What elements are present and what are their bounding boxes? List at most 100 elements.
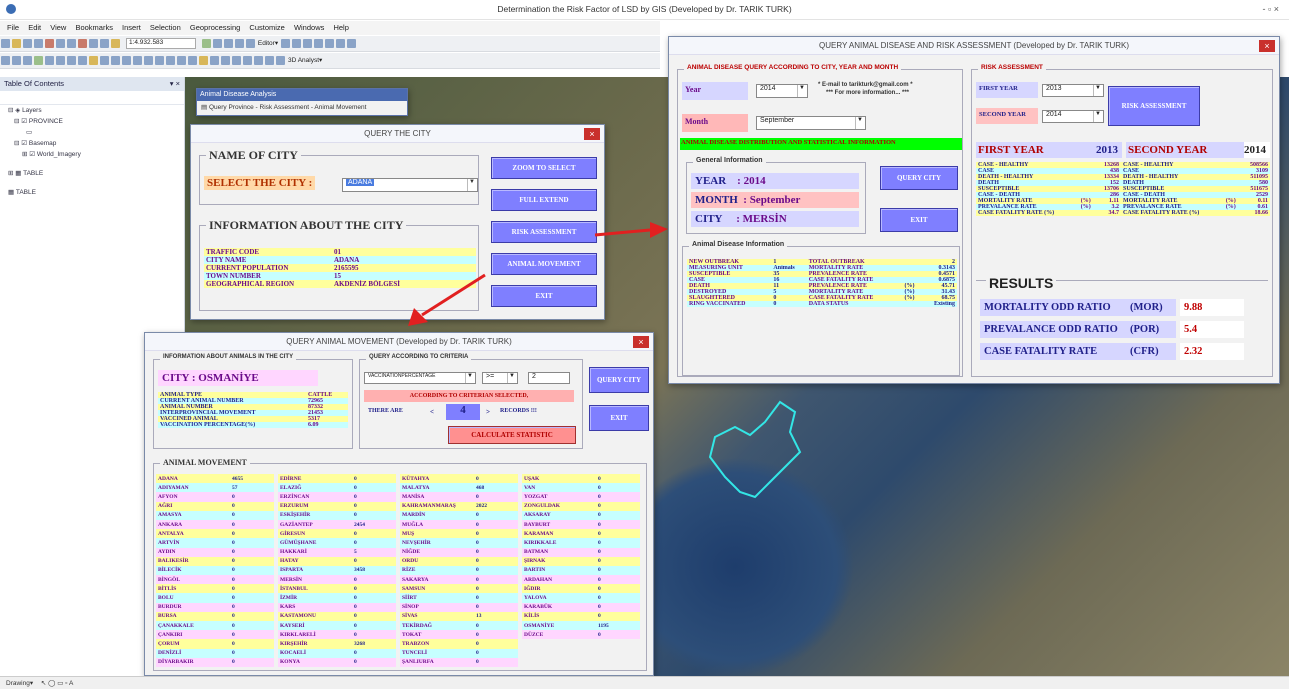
menu-selection[interactable]: Selection [150,23,181,32]
toc-world-imagery[interactable]: ⊞ ☑ World_Imagery [0,149,184,160]
delete-icon[interactable] [78,39,87,48]
3d-analyst-menu[interactable]: 3D Analyst▾ [288,57,322,64]
query-city-close-icon[interactable]: × [584,128,600,140]
risk-assessment-calc-button[interactable]: RISK ASSESSMENT [1108,86,1200,126]
catalog-icon[interactable] [223,39,233,48]
query-city-button[interactable]: QUERY CITY [880,166,958,190]
effects-icon[interactable] [276,56,285,65]
toc-table-2[interactable]: ▦ TABLE [0,187,184,198]
risk-assessment-button[interactable]: RISK ASSESSMENT [491,221,597,243]
find-icon[interactable] [133,56,142,65]
list-item: BİTLİS 0 [156,584,274,594]
zoom-to-select-button[interactable]: ZOOM TO SELECT [491,157,597,179]
criteria-operator-select[interactable]: >= ▼ [482,372,518,384]
copy-icon[interactable] [56,39,65,48]
menu-view[interactable]: View [50,23,66,32]
search-icon[interactable] [234,39,244,48]
redo-icon[interactable] [100,39,109,48]
forward-icon[interactable] [78,56,87,65]
sketch-props-icon[interactable] [347,39,357,48]
second-year-select[interactable]: 2014 ▼ [1042,110,1104,123]
menu-file[interactable]: File [7,23,19,32]
criteria-value-input[interactable]: 2 [528,372,570,384]
fixed-zoom-out-icon[interactable] [56,56,65,65]
back-icon[interactable] [67,56,76,65]
movement-query-city-button[interactable]: QUERY CITY [589,367,649,393]
split-icon[interactable] [314,39,324,48]
toc-basemap[interactable]: ⊟ ☑ Basemap [0,138,184,149]
select-features-icon[interactable] [89,56,98,65]
sketch-icon[interactable] [281,39,291,48]
clear-selection-icon[interactable] [100,56,109,65]
editor-menu[interactable]: Editor▾ [258,40,278,47]
menu-edit[interactable]: Edit [28,23,41,32]
identify-icon[interactable] [122,56,131,65]
menu-insert[interactable]: Insert [122,23,141,32]
movement-exit-button[interactable]: EXIT [589,405,649,431]
city-select[interactable]: ADANA ▼ [342,178,478,192]
full-extend-button[interactable]: FULL EXTEND [491,189,597,211]
new-icon[interactable] [1,39,10,48]
time-slider-icon[interactable] [177,56,186,65]
attributes-icon[interactable] [336,39,346,48]
full-extent-icon[interactable] [34,56,43,65]
zoom-in-icon[interactable] [1,56,10,65]
list-item: AMASYA 0 [156,510,274,520]
drawing-tools-icon[interactable]: ↖ ◯ ▭ ▫ A [41,680,73,687]
list-item: DİYARBAKIR 0 [156,657,274,667]
layout-icon[interactable] [199,56,208,65]
vertex-icon[interactable] [292,39,302,48]
exit-button[interactable]: EXIT [491,285,597,307]
risk-close-icon[interactable]: × [1259,40,1275,52]
first-year-select[interactable]: 2013 ▼ [1042,84,1104,97]
drawing-menu[interactable]: Drawing▾ [6,680,33,687]
criteria-field-select[interactable]: VACCINATIONPERCENTAGE ▼ [364,372,476,384]
hyperlink-icon[interactable] [155,56,164,65]
swipe-icon[interactable] [265,56,274,65]
movement-close-icon[interactable]: × [633,336,649,348]
python-icon[interactable] [232,56,241,65]
rotate-icon[interactable] [325,39,335,48]
create-viewer-icon[interactable] [188,56,197,65]
cut-icon[interactable] [45,39,54,48]
open-icon[interactable] [12,39,21,48]
toc-pin-close[interactable]: ▾ × [170,79,180,88]
fixed-zoom-in-icon[interactable] [45,56,54,65]
menu-bookmarks[interactable]: Bookmarks [75,23,113,32]
menu-customize[interactable]: Customize [249,23,284,32]
toc-table-1[interactable]: ⊞ ▦ TABLE [0,168,184,179]
pan-icon[interactable] [23,56,32,65]
reshape-icon[interactable] [303,39,313,48]
zoom-out-icon[interactable] [12,56,21,65]
print-icon[interactable] [34,39,43,48]
graph-icon[interactable] [210,56,219,65]
report-icon[interactable] [221,56,230,65]
calculate-statistic-button[interactable]: CALCULATE STATISTIC [448,426,576,444]
risk-exit-button[interactable]: EXIT [880,208,958,232]
month-select[interactable]: September ▼ [756,116,866,130]
table-icon[interactable] [212,39,222,48]
menu-geoprocessing[interactable]: Geoprocessing [190,23,240,32]
measure-icon[interactable] [144,56,153,65]
add-data-icon[interactable] [111,39,120,48]
criteria-message: ACCORDING TO CRITERIAN SELECTED, [364,390,574,402]
year-select[interactable]: 2014 ▼ [756,84,808,98]
select-elements-icon[interactable] [111,56,120,65]
menu-help[interactable]: Help [333,23,348,32]
toc-province[interactable]: ⊟ ☑ PROVINCE [0,116,184,127]
app-titlebar: Determination the Risk Factor of LSD by … [0,0,1289,20]
scale-input[interactable]: 1:4.932.583 [125,38,196,49]
toc-layers[interactable]: ⊟ ◈ Layers [0,105,184,116]
georef-icon[interactable] [254,56,263,65]
save-icon[interactable] [23,39,32,48]
analysis-menu-item[interactable]: ▤ Query Province - Risk Assessment - Ani… [197,101,407,115]
paste-icon[interactable] [67,39,76,48]
editor-icon[interactable] [201,39,211,48]
model-icon[interactable] [243,56,252,65]
undo-icon[interactable] [89,39,98,48]
arctoolbox-icon[interactable] [245,39,255,48]
animal-movement-button[interactable]: ANIMAL MOVEMENT [491,253,597,275]
window-controls[interactable]: - ▫ × [1263,4,1279,14]
html-popup-icon[interactable] [166,56,175,65]
menu-windows[interactable]: Windows [294,23,324,32]
